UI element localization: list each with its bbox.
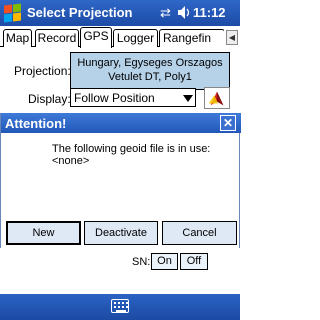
tab-scroll-control[interactable]: ◀ xyxy=(224,28,240,47)
dialog-message: The following geoid file is in use: xyxy=(52,143,211,155)
dialog-message-value: <none> xyxy=(52,155,90,167)
clock[interactable]: 11:12 xyxy=(193,5,226,20)
sn-off-button[interactable]: Off xyxy=(180,253,208,270)
new-button[interactable]: New xyxy=(6,221,81,245)
title-bar: Select Projection ⇄ 11:12 xyxy=(0,0,240,26)
dialog-title-bar: Attention! ✕ xyxy=(1,113,241,133)
tab-rangefinder[interactable]: Rangefin xyxy=(159,29,225,47)
display-select-value: Follow Position xyxy=(74,91,155,105)
window-title: Select Projection xyxy=(27,5,133,20)
projection-value-line1: Hungary, Egyseges Orszagos xyxy=(77,57,223,69)
projection-label: Projection: xyxy=(14,64,71,78)
speaker-icon[interactable] xyxy=(177,5,191,20)
chevron-down-icon[interactable] xyxy=(183,95,193,102)
tab-logger[interactable]: Logger xyxy=(113,29,158,47)
projection-button[interactable]: Hungary, Egyseges Orszagos Vetulet DT, P… xyxy=(70,52,230,90)
tab-scroll-left-icon[interactable]: ◀ xyxy=(226,30,238,45)
sync-arrows-icon[interactable]: ⇄ xyxy=(160,5,171,21)
display-select[interactable]: Follow Position xyxy=(70,88,196,107)
keyboard-icon[interactable] xyxy=(111,299,129,313)
tab-strip: Map Record GPS Logger Rangefin ◀ xyxy=(0,27,240,48)
tab-map[interactable]: Map xyxy=(3,29,32,47)
display-label: Display: xyxy=(28,92,71,106)
deactivate-button[interactable]: Deactivate xyxy=(84,221,158,245)
map-pointer-icon[interactable] xyxy=(204,87,230,109)
tab-gps[interactable]: GPS xyxy=(80,27,112,48)
cancel-button[interactable]: Cancel xyxy=(162,221,237,245)
bottom-menu-bar xyxy=(0,294,240,320)
windows-start-icon[interactable] xyxy=(3,3,22,23)
dialog-title: Attention! xyxy=(5,116,67,131)
tab-record[interactable]: Record xyxy=(35,29,79,47)
close-icon[interactable]: ✕ xyxy=(220,115,236,131)
attention-dialog: Attention! ✕ The following geoid file is… xyxy=(0,113,241,248)
sn-label: SN: xyxy=(132,256,151,268)
projection-value-line2: Vetulet DT, Poly1 xyxy=(108,71,192,83)
sn-on-button[interactable]: On xyxy=(151,253,178,270)
